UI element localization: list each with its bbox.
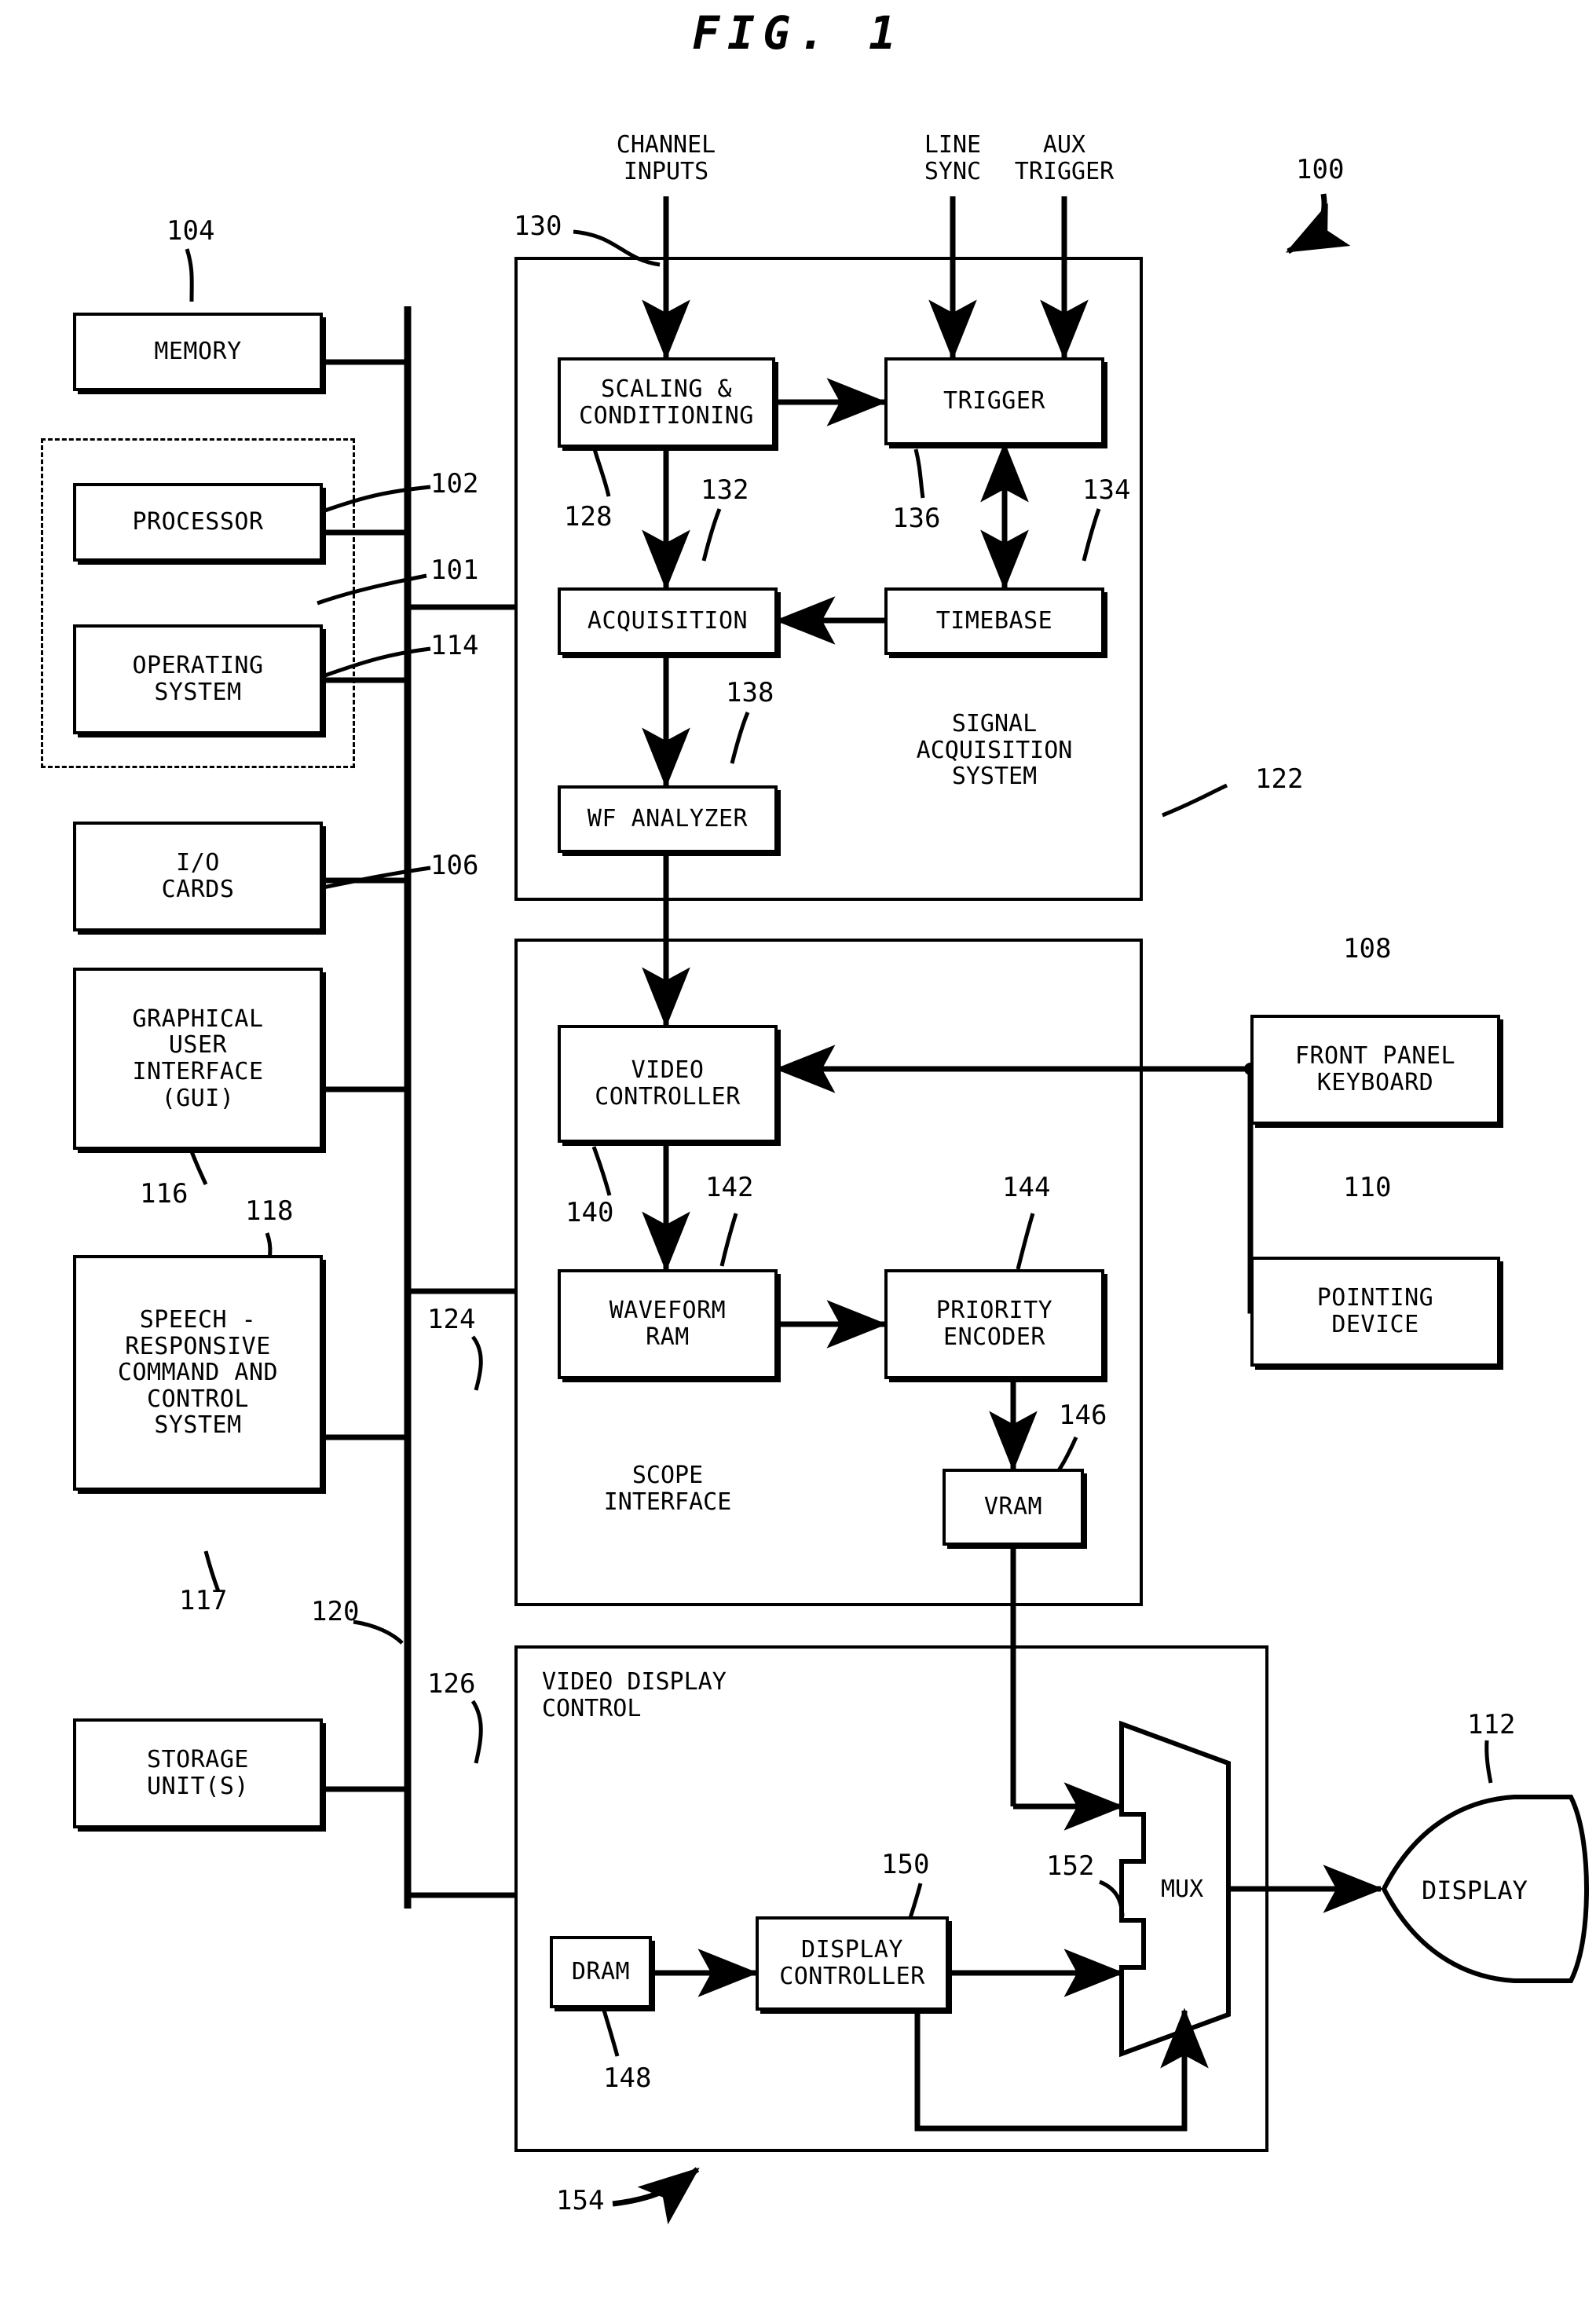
ref-134: 134 [1082,474,1131,506]
aux-trigger-label: AUX TRIGGER [1014,131,1115,185]
signal-acquisition-group-label: SIGNAL ACQUISITION SYSTEM [916,710,1073,791]
ref-102: 102 [430,468,479,500]
display-controller-block[interactable]: DISPLAY CONTROLLER [756,1916,949,2011]
ref-114: 114 [430,630,479,661]
pointing-device-block[interactable]: POINTING DEVICE [1250,1257,1500,1367]
ref-142: 142 [705,1172,754,1203]
acquisition-block[interactable]: ACQUISITION [558,587,778,655]
video-controller-block[interactable]: VIDEO CONTROLLER [558,1025,778,1143]
ref-118: 118 [245,1195,294,1227]
ref-120: 120 [311,1596,360,1627]
mux-label: MUX [1161,1876,1204,1903]
ref-116: 116 [140,1178,189,1210]
scope-interface-group-label: SCOPE INTERFACE [603,1462,732,1516]
ref-152: 152 [1046,1850,1095,1882]
ref-106: 106 [430,850,479,881]
ref-148: 148 [603,2062,652,2094]
trigger-block[interactable]: TRIGGER [884,357,1104,445]
ref-108: 108 [1343,933,1392,964]
ref-154: 154 [556,2185,605,2216]
front-panel-keyboard-block[interactable]: FRONT PANEL KEYBOARD [1250,1015,1500,1125]
vram-block[interactable]: VRAM [943,1469,1084,1546]
ref-130: 130 [514,210,562,242]
memory-block[interactable]: MEMORY [73,313,323,391]
processor-block[interactable]: PROCESSOR [73,483,323,562]
ref-110: 110 [1343,1172,1392,1203]
operating-system-block[interactable]: OPERATING SYSTEM [73,624,323,734]
video-display-control-group-label: VIDEO DISPLAY CONTROL [542,1668,727,1722]
patent-figure-page: FIG. 1 MEMORY PROCESSOR OPERATING SYSTEM… [0,0,1596,2324]
io-cards-block[interactable]: I/O CARDS [73,822,323,931]
waveform-ram-block[interactable]: WAVEFORM RAM [558,1269,778,1379]
ref-138: 138 [726,677,774,708]
ref-126: 126 [427,1668,476,1700]
ref-144: 144 [1002,1172,1051,1203]
storage-units-block[interactable]: STORAGE UNIT(S) [73,1718,323,1828]
ref-136: 136 [892,503,941,534]
speech-command-control-block[interactable]: SPEECH - RESPONSIVE COMMAND AND CONTROL … [73,1255,323,1491]
ref-132: 132 [701,474,749,506]
ref-128: 128 [564,501,613,533]
ref-112: 112 [1467,1709,1516,1740]
ref-104: 104 [167,215,215,247]
ref-122: 122 [1255,763,1304,795]
ref-124: 124 [427,1304,476,1335]
ref-146: 146 [1059,1400,1107,1431]
wf-analyzer-block[interactable]: WF ANALYZER [558,785,778,853]
priority-encoder-block[interactable]: PRIORITY ENCODER [884,1269,1104,1379]
ref-100: 100 [1296,154,1345,185]
display-label: DISPLAY [1422,1876,1528,1905]
timebase-block[interactable]: TIMEBASE [884,587,1104,655]
ref-101: 101 [430,554,479,586]
ref-150: 150 [881,1849,930,1880]
ref-140: 140 [566,1197,614,1228]
ref-117: 117 [179,1585,228,1616]
dram-block[interactable]: DRAM [550,1936,652,2008]
gui-block[interactable]: GRAPHICAL USER INTERFACE (GUI) [73,968,323,1150]
channel-inputs-label: CHANNEL INPUTS [616,131,716,185]
scaling-conditioning-block[interactable]: SCALING & CONDITIONING [558,357,775,448]
